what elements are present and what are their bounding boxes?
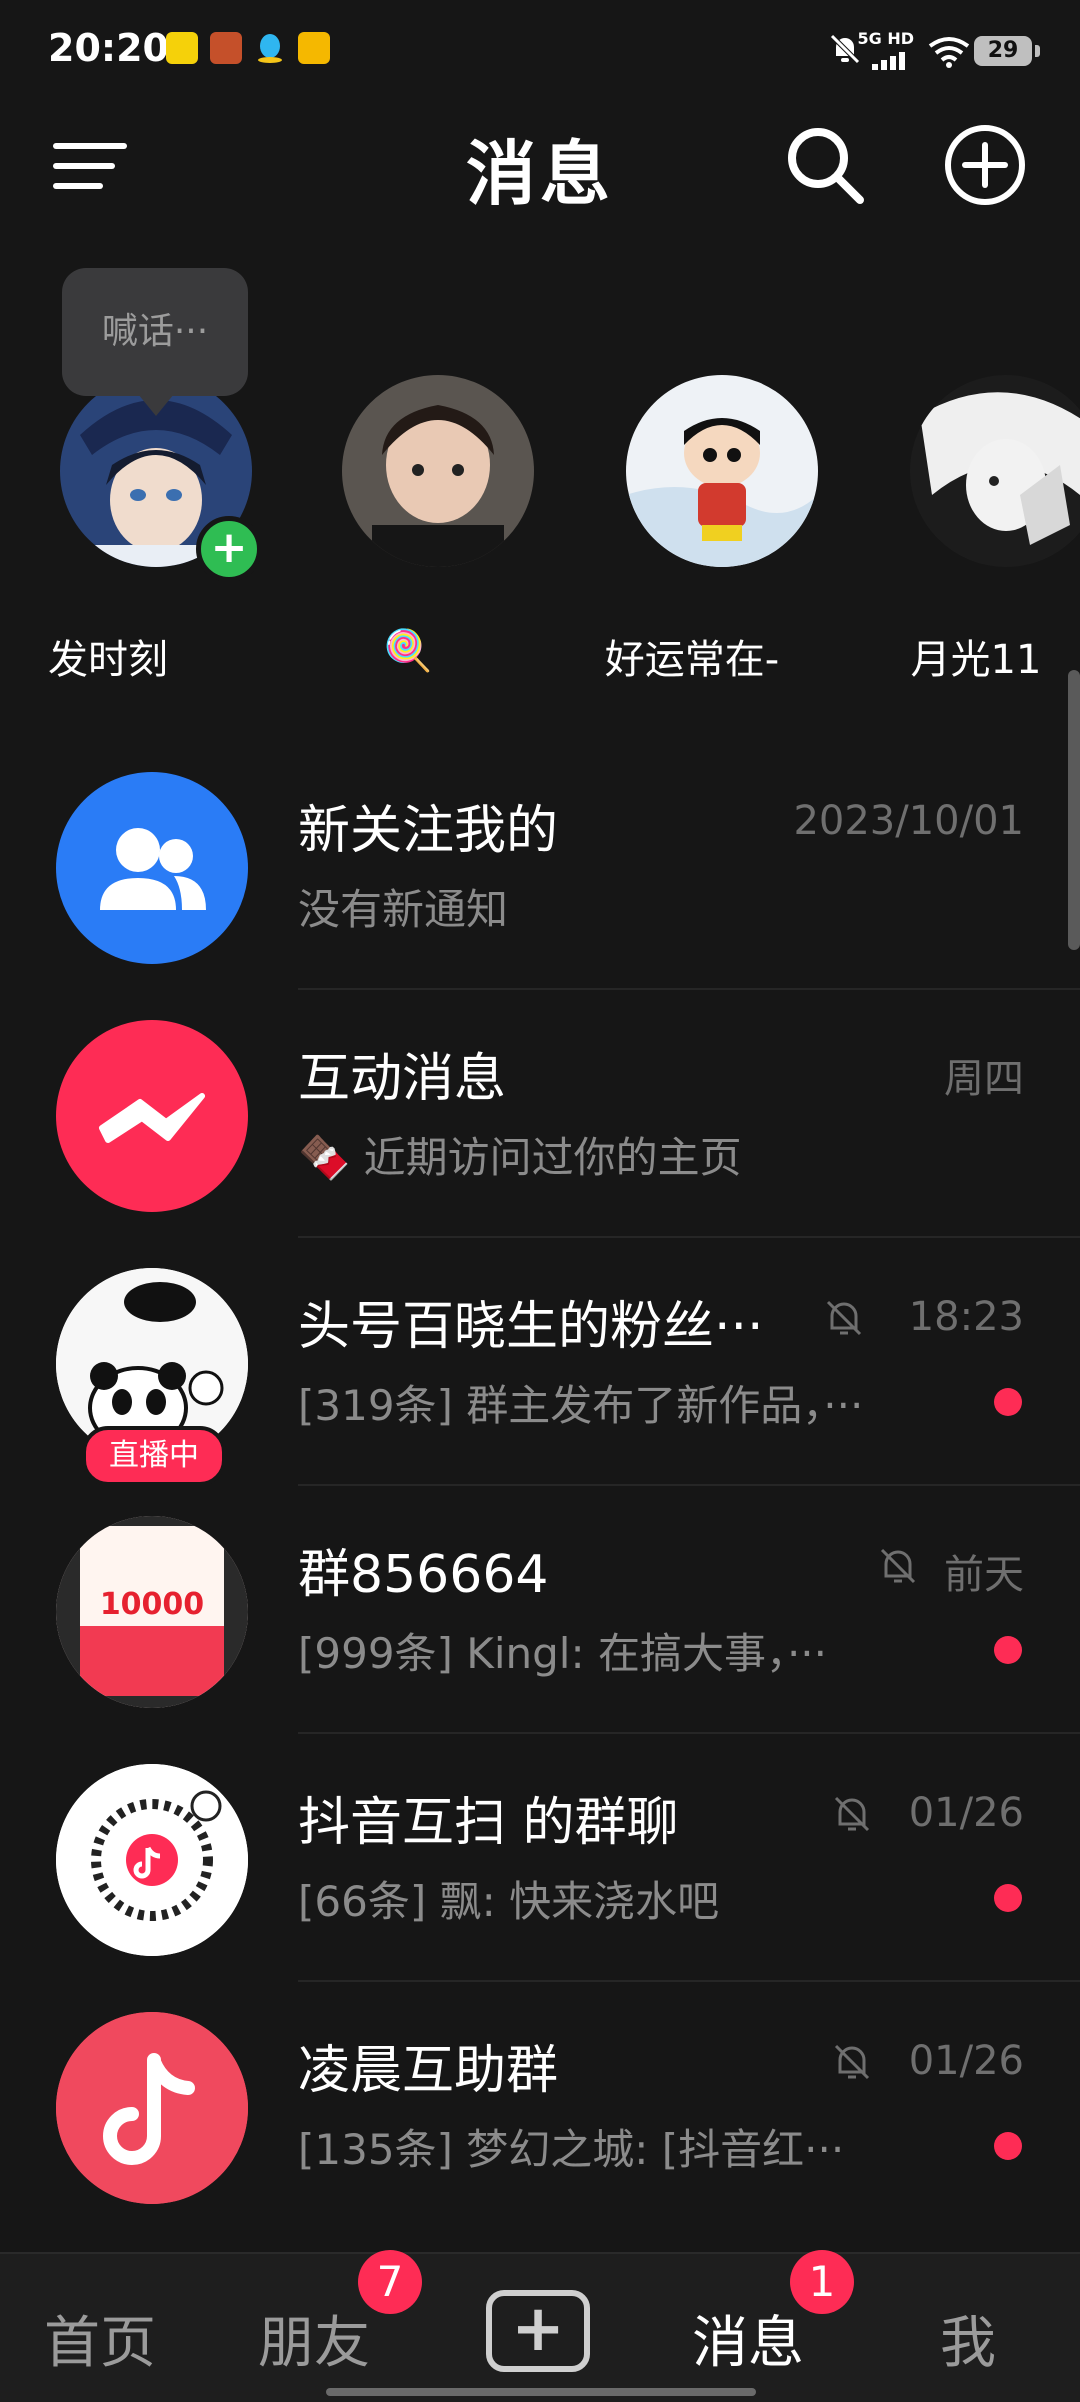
mute-icon	[830, 1792, 874, 1836]
avatar	[910, 375, 1080, 567]
story-item[interactable]: 好运常在-	[562, 375, 822, 695]
interaction-icon	[56, 1020, 248, 1212]
wifi-icon	[928, 36, 970, 68]
app-badge-icon	[298, 32, 330, 64]
qr-avatar	[56, 1764, 248, 1956]
chat-time: 01/26	[908, 1790, 1024, 1836]
status-bar: 20:20 5G HD 29	[0, 0, 1080, 100]
header: 消息	[0, 100, 1080, 230]
subtitle-text: 近期访问过你的主页	[363, 1133, 742, 1182]
chat-subtitle: 没有新通知	[298, 885, 509, 934]
unread-dot	[994, 1388, 1022, 1416]
status-time: 20:20	[48, 26, 169, 70]
add-moment-icon[interactable]: +	[196, 516, 262, 582]
nav-home[interactable]: 首页	[44, 2298, 156, 2379]
list-item-group-chat[interactable]: 凌晨互助群 [135条] 梦幻之城: [抖音红··· 01/26	[0, 1982, 1080, 2230]
story-item[interactable]: 🍭	[278, 375, 538, 695]
search-icon[interactable]	[780, 120, 870, 210]
bottom-nav: 首页 朋友 7 + 消息 1 我	[0, 2250, 1080, 2402]
chat-subtitle: [319条] 群主发布了新作品，···	[298, 1381, 864, 1430]
page-title: 消息	[466, 133, 614, 215]
chat-title: 互动消息	[298, 1049, 507, 1109]
unread-dot	[994, 1884, 1022, 1912]
friends-badge: 7	[358, 2250, 422, 2314]
qq-icon	[254, 32, 286, 64]
nav-friends[interactable]: 朋友	[258, 2298, 370, 2379]
shout-bubble[interactable]: 喊话···	[62, 268, 248, 416]
nav-me[interactable]: 我	[940, 2298, 996, 2379]
avatar	[342, 375, 534, 567]
app-yellow-icon	[166, 32, 198, 64]
game-avatar-icon	[210, 32, 242, 64]
chat-time: 18:23	[908, 1294, 1024, 1340]
chat-subtitle: [999条] Kingl: 在搞大事，···	[298, 1629, 827, 1678]
chat-title: 抖音互扫 的群聊	[298, 1793, 679, 1853]
story-name: 发时刻	[48, 637, 168, 683]
unread-dot	[994, 1636, 1022, 1664]
add-circle-icon[interactable]	[940, 120, 1030, 210]
mute-icon	[830, 2040, 874, 2084]
tiktok-avatar	[56, 2012, 248, 2204]
chat-time: 前天	[944, 1552, 1024, 1598]
live-badge: 直播中	[82, 1426, 226, 1486]
followers-icon	[56, 772, 248, 964]
avatar	[626, 375, 818, 567]
chat-time: 2023/10/01	[793, 798, 1024, 844]
home-indicator	[326, 2388, 756, 2396]
avatar-amount: 10000	[100, 1587, 204, 1622]
battery-icon: 29	[974, 36, 1040, 66]
chocolate-icon: 🍫	[298, 1133, 351, 1182]
unread-dot	[994, 2132, 1022, 2160]
chat-title: 凌晨互助群	[298, 2041, 559, 2101]
signal-icon	[872, 50, 912, 70]
chat-title: 头号百晓生的粉丝···	[298, 1297, 764, 1357]
mute-icon	[822, 1296, 866, 1340]
list-item-new-followers[interactable]: 新关注我的 没有新通知 2023/10/01	[0, 742, 1080, 990]
mute-icon	[876, 1544, 920, 1588]
chat-subtitle: [66条] 飘: 快来浇水吧	[298, 1877, 720, 1926]
chat-time: 周四	[944, 1056, 1024, 1102]
network-label: 5G HD	[857, 29, 914, 48]
chat-title: 群856664	[298, 1545, 549, 1605]
list-item-group-chat[interactable]: 10000 群856664 [999条] Kingl: 在搞大事，··· 前天	[0, 1486, 1080, 1734]
chat-subtitle: [135条] 梦幻之城: [抖音红···	[298, 2125, 845, 2174]
story-name: 月光11	[910, 637, 1042, 683]
list-item-group-chat[interactable]: 抖音互扫 的群聊 [66条] 飘: 快来浇水吧 01/26	[0, 1734, 1080, 1982]
messages-badge: 1	[790, 2250, 854, 2314]
chat-subtitle: 🍫 近期访问过你的主页	[298, 1124, 742, 1185]
story-name: 好运常在-	[604, 637, 780, 683]
avatar: 10000	[56, 1516, 248, 1708]
nav-messages[interactable]: 消息	[692, 2298, 804, 2379]
story-name: 🍭	[383, 628, 433, 674]
chat-title: 新关注我的	[298, 801, 559, 861]
chat-time: 01/26	[908, 2038, 1024, 2084]
create-button[interactable]: +	[486, 2290, 590, 2372]
list-item-group-chat[interactable]: 直播中 头号百晓生的粉丝··· [319条] 群主发布了新作品，··· 18:2…	[0, 1238, 1080, 1486]
story-item[interactable]: 月光11	[846, 375, 1080, 695]
list-item-interactions[interactable]: 互动消息 🍫 近期访问过你的主页 周四	[0, 990, 1080, 1238]
